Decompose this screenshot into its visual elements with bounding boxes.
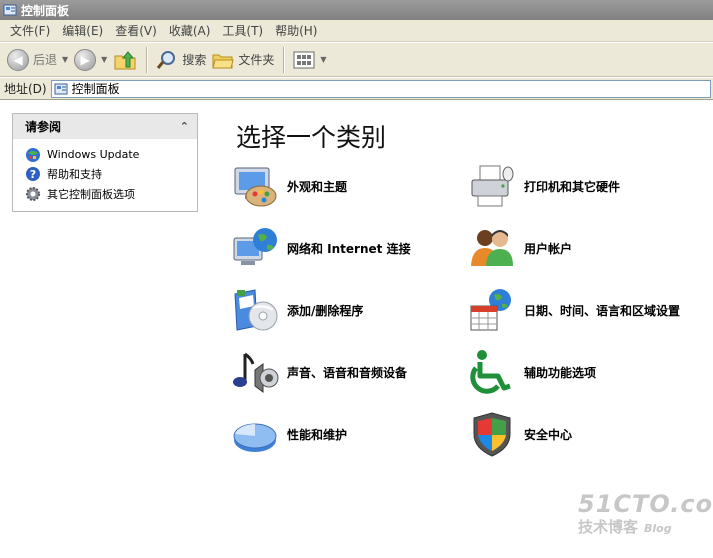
accessibility-icon xyxy=(470,350,511,394)
title-bar: 控制面板 xyxy=(0,0,713,20)
menu-file[interactable]: 文件(F) xyxy=(4,22,56,39)
user-accounts-icon xyxy=(471,230,513,266)
watermark-site: 51CTO.com xyxy=(578,490,713,518)
windows-update-icon xyxy=(26,147,40,162)
forward-button[interactable]: ▶ ▼ xyxy=(71,46,110,74)
network-internet-icon xyxy=(233,228,277,265)
sounds-audio-icon xyxy=(233,352,279,393)
watermark-subtitle: 技术博客 Blog xyxy=(578,518,672,536)
address-input[interactable]: 控制面板 xyxy=(50,79,711,98)
menu-tools[interactable]: 工具(T) xyxy=(216,22,269,39)
category-performance-maintenance[interactable]: 性能和维护 xyxy=(231,409,347,459)
toolbar-separator xyxy=(283,46,285,73)
toolbar-separator xyxy=(146,46,148,73)
folder-icon xyxy=(212,54,234,68)
category-security-center[interactable]: 安全中心 xyxy=(468,409,572,459)
svg-text:?: ? xyxy=(30,168,36,181)
help-icon: ? xyxy=(26,167,40,182)
control-panel-icon xyxy=(54,83,68,94)
views-icon xyxy=(293,51,315,68)
see-also-help-support[interactable]: ? 帮助和支持 xyxy=(25,165,197,185)
window-title: 控制面板 xyxy=(21,3,70,18)
address-value: 控制面板 xyxy=(71,82,120,96)
category-accessibility[interactable]: 辅助功能选项 xyxy=(468,347,596,397)
forward-dropdown-icon[interactable]: ▼ xyxy=(101,55,107,64)
search-button[interactable]: 搜索 xyxy=(153,46,209,74)
see-also-windows-update[interactable]: Windows Update xyxy=(25,145,197,165)
up-folder-button[interactable] xyxy=(110,46,140,74)
menu-help[interactable]: 帮助(H) xyxy=(269,22,323,39)
appearance-themes-icon xyxy=(234,167,277,207)
category-sounds-audio[interactable]: 声音、语音和音频设备 xyxy=(231,347,407,397)
category-printers-hardware[interactable]: 打印机和其它硬件 xyxy=(468,161,620,211)
menu-edit[interactable]: 编辑(E) xyxy=(56,22,109,39)
menu-view[interactable]: 查看(V) xyxy=(109,22,163,39)
category-network-internet[interactable]: 网络和 Internet 连接 xyxy=(231,223,411,273)
address-bar: 地址(D) 控制面板 xyxy=(0,78,713,100)
search-icon xyxy=(157,50,176,69)
forward-arrow-icon: ▶ xyxy=(74,48,97,71)
address-label: 地址(D) xyxy=(4,82,47,96)
back-button[interactable]: ◀ 后退 ▼ xyxy=(4,46,71,74)
watermark: 51CTO.com 技术博客Blog xyxy=(578,490,713,537)
add-remove-programs-icon xyxy=(234,289,278,331)
control-panel-icon xyxy=(3,4,17,16)
back-dropdown-icon[interactable]: ▼ xyxy=(62,55,68,64)
see-also-title: 请参阅 xyxy=(25,120,62,134)
performance-maintenance-icon xyxy=(233,423,277,452)
back-arrow-icon: ◀ xyxy=(7,48,29,71)
toolbar: ◀ 后退 ▼ ▶ ▼ 搜索 文件夹 ▼ xyxy=(0,43,713,77)
collapse-chevron-icon[interactable]: ⌃ xyxy=(180,120,189,133)
security-center-icon xyxy=(473,412,511,457)
views-button[interactable]: ▼ xyxy=(290,46,329,74)
up-folder-icon xyxy=(114,50,136,69)
views-dropdown-icon[interactable]: ▼ xyxy=(320,55,326,64)
date-time-region-icon xyxy=(470,289,511,331)
page-title: 选择一个类别 xyxy=(236,123,387,152)
menu-favorites[interactable]: 收藏(A) xyxy=(163,22,217,39)
folders-button[interactable]: 文件夹 xyxy=(209,46,277,74)
category-user-accounts[interactable]: 用户帐户 xyxy=(468,223,572,273)
menu-bar: 文件(F) 编辑(E) 查看(V) 收藏(A) 工具(T) 帮助(H) xyxy=(0,20,713,42)
category-appearance-themes[interactable]: 外观和主题 xyxy=(231,161,347,211)
category-add-remove-programs[interactable]: 添加/删除程序 xyxy=(231,285,363,335)
see-also-other-options[interactable]: 其它控制面板选项 xyxy=(25,184,197,204)
gear-icon xyxy=(26,186,40,201)
see-also-panel: 请参阅 ⌃ Windows Update ? 帮助和支持 其它控制面板选项 xyxy=(12,113,198,212)
see-also-header[interactable]: 请参阅 ⌃ xyxy=(13,114,197,139)
printer-hardware-icon xyxy=(471,165,514,207)
category-date-time-region[interactable]: 日期、时间、语言和区域设置 xyxy=(468,285,680,335)
